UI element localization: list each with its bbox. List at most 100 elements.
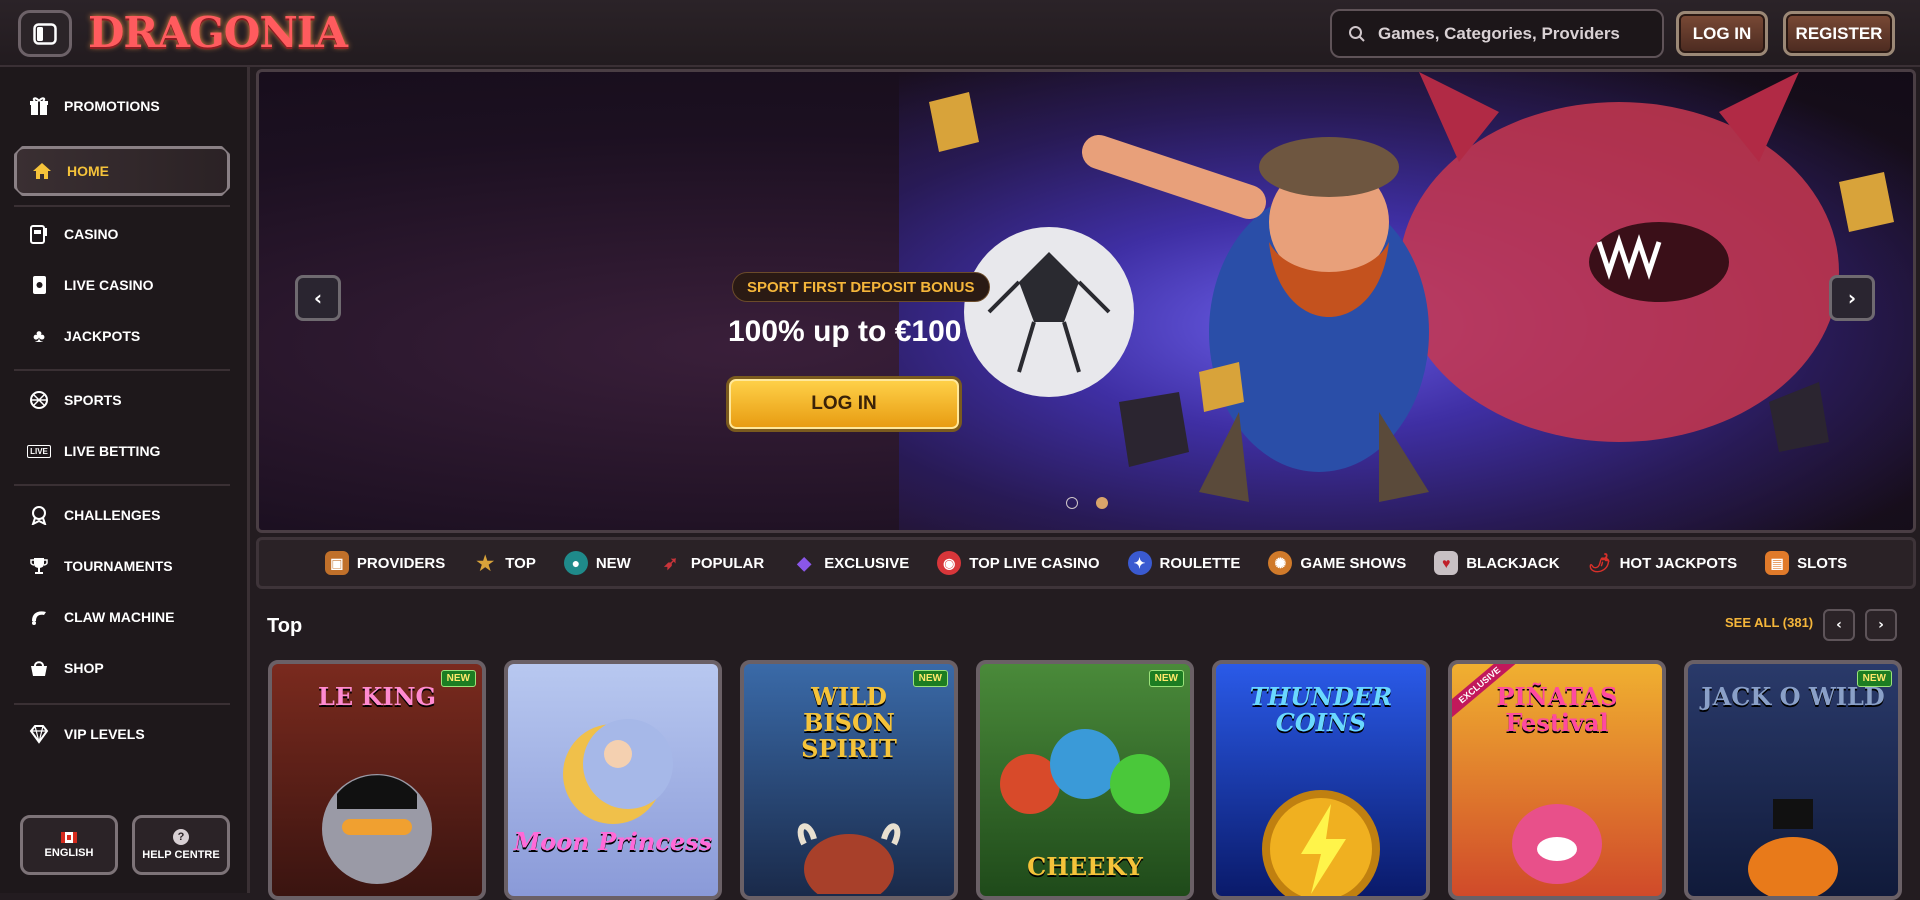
category-providers[interactable]: ▣ PROVIDERS: [311, 540, 459, 586]
category-top[interactable]: ★ TOP: [459, 540, 550, 586]
category-slots[interactable]: ▤ SLOTS: [1751, 540, 1861, 586]
sidebar-item-vip-levels[interactable]: VIP LEVELS: [14, 711, 230, 757]
category-label: NEW: [595, 554, 631, 572]
game-card-cheeky[interactable]: NEW CHEEKY: [976, 660, 1194, 900]
sidebar-item-label: SHOP: [64, 660, 104, 676]
hero-next-button[interactable]: ›: [1829, 275, 1875, 321]
monkeys-image: [1000, 729, 1170, 814]
game-title: CHEEKY: [1027, 852, 1143, 881]
hero-login-button[interactable]: LOG IN: [726, 376, 962, 432]
register-button[interactable]: REGISTER: [1783, 11, 1895, 56]
hero-title: 100% up to €100: [728, 315, 962, 348]
category-hot-jackpots[interactable]: 🌶 HOT JACKPOTS: [1574, 540, 1752, 586]
sidebar-item-label: JACKPOTS: [64, 328, 141, 344]
roulette-icon: ✦: [1127, 551, 1152, 575]
login-button[interactable]: LOG IN: [1676, 11, 1768, 56]
game-title: Moon Princess: [513, 827, 713, 856]
sidebar-divider: [14, 703, 230, 705]
language-button[interactable]: ENGLISH: [20, 815, 118, 875]
category-top-live-casino[interactable]: ◉ TOP LIVE CASINO: [923, 540, 1113, 586]
game-card-thunder-coins[interactable]: THUNDER COINS: [1212, 660, 1430, 900]
hero-prev-button[interactable]: ‹: [295, 275, 341, 321]
star-icon: ★: [476, 552, 495, 575]
sidebar-divider: [14, 484, 230, 486]
sidebar-item-label: SPORTS: [64, 392, 122, 408]
category-new[interactable]: ● NEW: [550, 540, 645, 586]
slide-dot-1[interactable]: [1066, 497, 1078, 509]
sidebar-item-label: CLAW MACHINE: [64, 609, 175, 625]
category-roulette[interactable]: ✦ ROULETTE: [1114, 540, 1255, 586]
medal-icon: [28, 504, 50, 526]
sidebar-item-label: CASINO: [64, 226, 119, 242]
category-label: GAME SHOWS: [1300, 554, 1407, 572]
egg-icon: ●: [563, 551, 588, 575]
category-popular[interactable]: ➶ POPULAR: [645, 540, 778, 586]
sidebar-item-home[interactable]: HOME: [14, 146, 230, 196]
game-card-pinatas-festival[interactable]: EXCLUSIVE PIÑATAS Festival: [1448, 660, 1666, 900]
live-badge-text: LIVE: [27, 444, 51, 458]
trophy-icon: [28, 555, 50, 577]
section-title-top: Top: [267, 615, 303, 637]
see-all-link[interactable]: SEE ALL (381): [1725, 615, 1813, 630]
moon-princess-image: [563, 719, 673, 824]
sidebar-item-shop[interactable]: SHOP: [14, 645, 230, 691]
dragonia-logo[interactable]: DRAGONIA: [88, 8, 348, 57]
new-badge: NEW: [440, 670, 476, 687]
sidebar-item-live-casino[interactable]: LIVE CASINO: [14, 262, 230, 308]
live-card-icon: [28, 274, 50, 296]
sidebar-divider: [14, 369, 230, 371]
category-label: ROULETTE: [1159, 554, 1241, 572]
category-label: EXCLUSIVE: [824, 554, 910, 572]
sidebar-toggle-button[interactable]: [18, 10, 72, 57]
pinata-image: [1512, 804, 1602, 884]
help-centre-button[interactable]: ? HELP CENTRE: [132, 815, 230, 875]
chevron-right-icon: ›: [1878, 617, 1884, 633]
search-icon: [1349, 25, 1365, 42]
roulette-chip-icon: ◉: [937, 551, 962, 575]
search-input[interactable]: [1378, 23, 1648, 44]
game-title: LE KING: [317, 682, 437, 711]
basket-icon: [28, 657, 50, 679]
sidebar-item-label: VIP LEVELS: [64, 726, 145, 742]
sidebar-item-live-betting[interactable]: LIVE LIVE BETTING: [14, 428, 230, 474]
hero-illustration: [899, 72, 1913, 530]
sidebar-item-casino[interactable]: CASINO: [14, 211, 230, 257]
category-blackjack[interactable]: ♥ BLACKJACK: [1420, 540, 1573, 586]
sidebar-item-sports[interactable]: SPORTS: [14, 377, 230, 423]
game-card-le-king[interactable]: LE KING NEW: [268, 660, 486, 900]
pumpkin-image: [1748, 799, 1838, 896]
sidebar-item-label: TOURNAMENTS: [64, 558, 173, 574]
category-label: TOP LIVE CASINO: [969, 554, 1100, 572]
game-card-jack-o-wild[interactable]: JACK O WILD NEW: [1684, 660, 1902, 900]
slide-dot-2-active[interactable]: [1096, 497, 1108, 509]
search-box[interactable]: [1330, 9, 1664, 58]
game-title: WILD BISON SPIRIT: [801, 682, 897, 763]
games-next-button[interactable]: ›: [1865, 609, 1897, 641]
game-title: JACK O WILD: [1701, 682, 1885, 711]
category-game-shows[interactable]: ✺ GAME SHOWS: [1254, 540, 1420, 586]
sidebar-item-challenges[interactable]: CHALLENGES: [14, 492, 230, 538]
game-card-moon-princess[interactable]: Moon Princess: [504, 660, 722, 900]
sidebar-item-claw-machine[interactable]: CLAW MACHINE: [14, 594, 230, 640]
sidebar-item-jackpots[interactable]: ♣ JACKPOTS: [14, 313, 230, 359]
category-exclusive[interactable]: ◆ EXCLUSIVE: [778, 540, 923, 586]
sidebar-panel-icon: [33, 22, 57, 45]
sidebar-divider: [14, 205, 230, 207]
new-badge: NEW: [1856, 670, 1892, 687]
wheel-icon: ✺: [1268, 551, 1293, 575]
category-label: HOT JACKPOTS: [1619, 554, 1738, 572]
sidebar-item-label: CHALLENGES: [64, 507, 161, 523]
games-prev-button[interactable]: ‹: [1823, 609, 1855, 641]
providers-icon: ▣: [324, 551, 349, 575]
home-icon: [31, 160, 53, 182]
sidebar-item-promotions[interactable]: PROMOTIONS: [14, 83, 230, 129]
hero-banner[interactable]: SPORT FIRST DEPOSIT BONUS 100% up to €10…: [256, 69, 1916, 533]
game-card-wild-bison-spirit[interactable]: WILD BISON SPIRIT NEW: [740, 660, 958, 900]
help-icon: ?: [173, 829, 189, 845]
category-label: POPULAR: [690, 554, 765, 572]
sidebar-item-tournaments[interactable]: TOURNAMENTS: [14, 543, 230, 589]
claw-icon: [28, 606, 50, 628]
language-label: ENGLISH: [44, 846, 94, 859]
dwarf-dragon-illustration: [929, 72, 1894, 502]
bison-image: [797, 823, 901, 894]
